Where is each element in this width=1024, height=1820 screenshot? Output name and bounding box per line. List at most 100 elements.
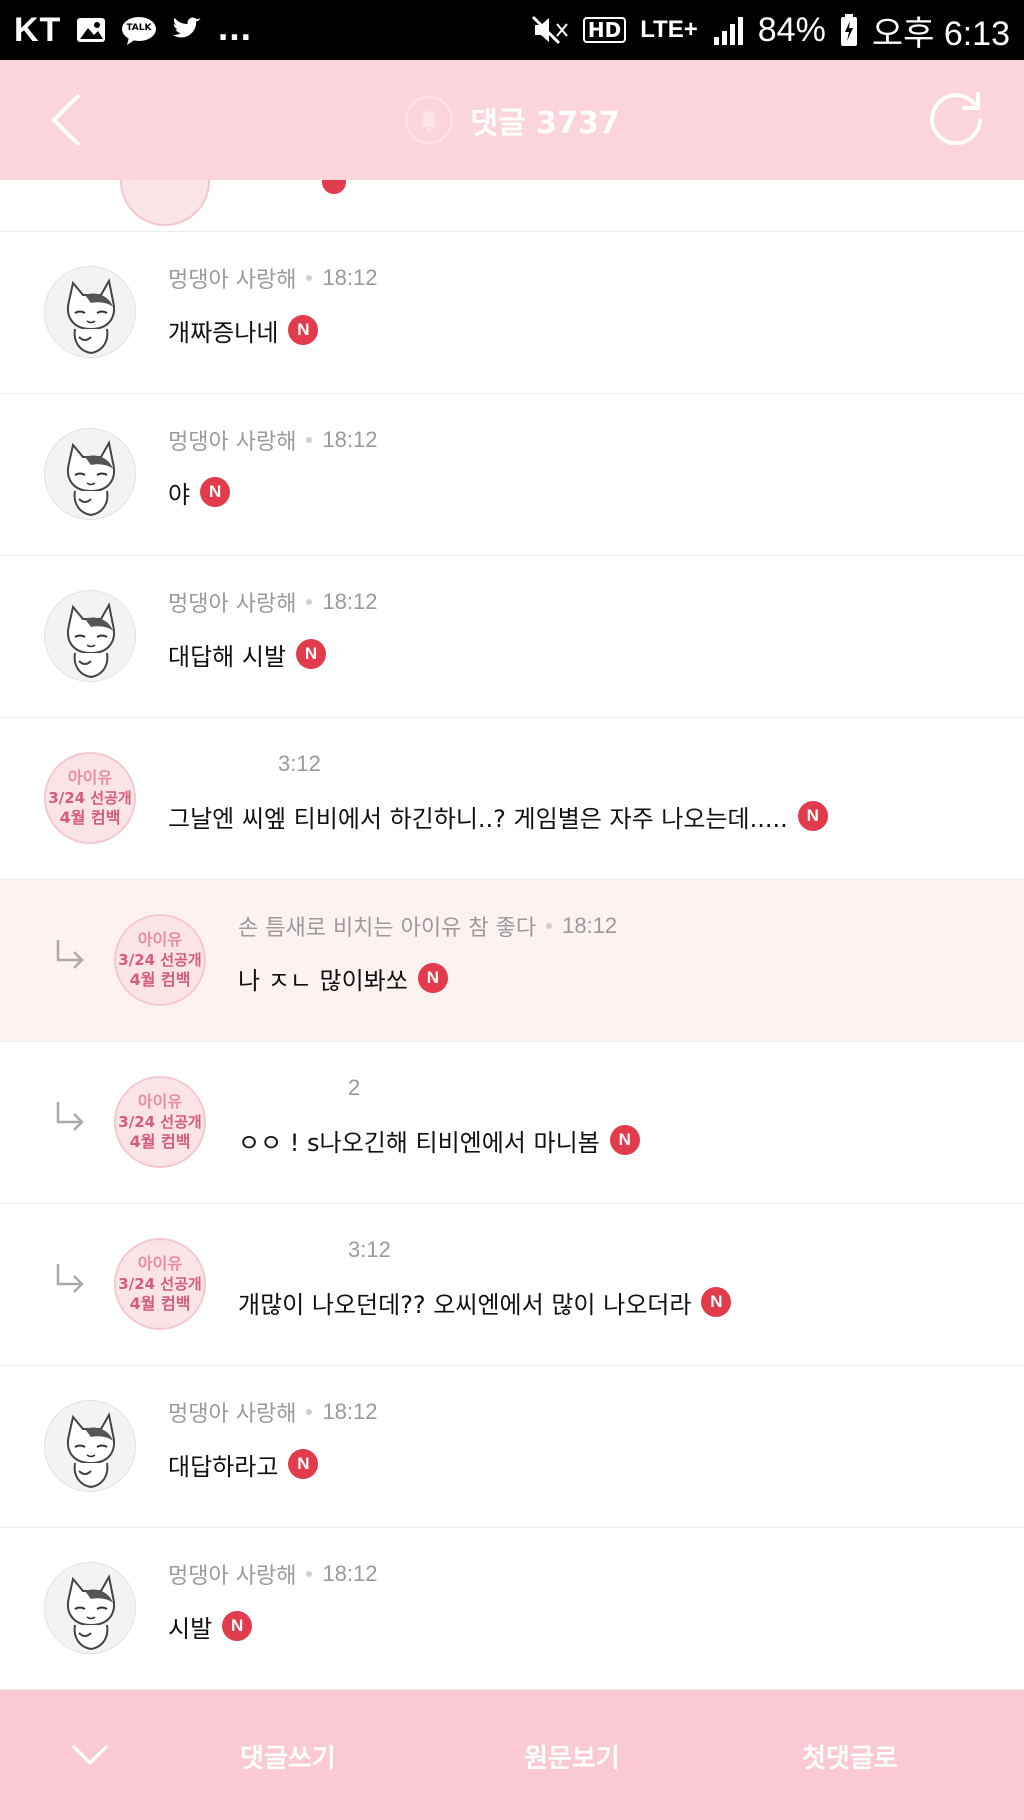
comment-text: 대답하라고 [168,1452,279,1481]
comment-body: 개많이 나오던데?? 오씨엔에서 많이 나오더라 N [238,1282,732,1322]
scroll-down-button[interactable] [46,1690,134,1820]
comment-row[interactable]: 아이유 3/24 선공개 4월 컴백 3:12 그날엔 씨엪 티비에서 하긴하니..? … [0,718,1024,880]
partial-comment-row [0,180,1024,232]
comment-row[interactable]: 멍댕아 사랑해 18:12 개짜증나네 N [0,232,1024,394]
comment-text: 나 ㅈㄴ 많이봐쏘 [238,966,408,995]
comment-count-title: 댓글 3737 [470,106,620,141]
new-badge-icon: N [797,801,828,831]
comment-time: 18:12 [322,427,378,452]
comment-body: 시발 N [168,1606,253,1646]
status-bar: KT TALK ... HD LTE+ 84% 오후 6:13 [0,0,1024,60]
comment-text: 시발 [168,1614,213,1643]
comment-text: 개짜증나네 [168,318,279,347]
reply-arrow-icon [52,1260,88,1296]
view-original-button[interactable]: 원문보기 [524,1738,620,1775]
comment-body: 개짜증나네 N [168,310,319,350]
comment-row[interactable]: 멍댕아 사랑해 18:12 시발 N [0,1528,1024,1690]
carrier-label: KT [14,10,62,49]
avatar [120,180,210,226]
comment-meta: 멍댕아 사랑해 18:12 [168,422,378,458]
comment-author[interactable]: 멍댕아 사랑해 [168,262,296,294]
comment-meta: 멍댕아 사랑해 18:12 [168,260,378,296]
comment-row[interactable]: 아이유 3/24 선공개 4월 컴백 2 ㅇㅇ ! s나오긴해 티비엔에서 마니봄 N [0,1042,1024,1204]
separator-dot [306,437,313,443]
avatar[interactable] [44,428,136,520]
signal-icon [713,17,743,45]
comment-meta: 3:12 [168,746,321,782]
new-badge-icon: N [222,1611,253,1641]
comment-time: 3:12 [348,1237,391,1262]
comment-meta: 멍댕아 사랑해 18:12 [168,1394,378,1430]
comment-time: 3:12 [278,751,321,776]
comment-row[interactable]: 아이유 3/24 선공개 4월 컴백 3:12 개많이 나오던데?? 오씨엔에서 많이 … [0,1204,1024,1366]
avatar[interactable]: 아이유 3/24 선공개 4월 컴백 [114,1076,206,1168]
new-badge-icon: N [200,477,231,507]
comment-body: ㅇㅇ ! s나오긴해 티비엔에서 마니봄 N [238,1120,640,1160]
avatar[interactable] [44,1400,136,1492]
kakaotalk-icon: TALK [121,15,157,45]
back-icon[interactable] [40,90,100,150]
write-comment-button[interactable]: 댓글쓰기 [240,1738,336,1775]
comment-author[interactable]: 멍댕아 사랑해 [168,1396,296,1428]
comment-time: 18:12 [322,589,378,614]
avatar[interactable]: 아이유 3/24 선공개 4월 컴백 [44,752,136,844]
reply-arrow-icon [52,1098,88,1134]
comment-meta: 멍댕아 사랑해 18:12 [168,584,378,620]
comment-row[interactable]: 멍댕아 사랑해 18:12 대답하라고 N [0,1366,1024,1528]
comment-text: 그날엔 씨엪 티비에서 하긴하니..? 게임별은 자주 나오는데..... [168,804,788,833]
network-label: LTE+ [640,16,698,43]
separator-dot [546,923,553,929]
comment-body: 야N [168,472,231,512]
first-comment-button[interactable]: 첫댓글로 [802,1738,898,1775]
separator-dot [306,1409,313,1415]
comment-body: 나 ㅈㄴ 많이봐쏘 N [238,958,448,998]
comment-meta: 멍댕아 사랑해 18:12 [168,1556,378,1592]
separator-dot [306,1571,313,1577]
new-badge-icon: N [288,315,319,345]
new-badge-icon: N [609,1125,640,1155]
comment-time: 18:12 [322,1561,378,1586]
avatar[interactable] [44,1562,136,1654]
bell-icon[interactable] [404,95,454,145]
separator-dot [306,599,313,605]
avatar[interactable] [44,266,136,358]
comment-row[interactable]: 아이유 3/24 선공개 4월 컴백 손 틈새로 비치는 아이유 참 좋다 18:12 나… [0,880,1024,1042]
comment-text: 개많이 나오던데?? 오씨엔에서 많이 나오더라 [238,1290,692,1319]
comment-author[interactable]: 멍댕아 사랑해 [168,424,296,456]
avatar[interactable]: 아이유 3/24 선공개 4월 컴백 [114,1238,206,1330]
hd-voice-badge: HD [582,17,627,43]
mute-icon [531,15,568,45]
app-header: 댓글 3737 [0,60,1024,180]
new-badge-icon: N [296,639,327,669]
comment-row[interactable]: 멍댕아 사랑해 18:12 야 N [0,394,1024,556]
comment-text: ㅇㅇ ! s나오긴해 티비엔에서 마니봄 [238,1128,600,1157]
comment-author[interactable]: 손 틈새로 비치는 아이유 참 좋다 [238,910,536,942]
twitter-icon [173,17,202,38]
comment-list[interactable]: 멍댕아 사랑해 18:12 개짜증나네 N 멍댕아 사랑해 18:12 야 N 멍댕아 사랑해 1… [0,180,1024,1690]
clock: 오후 6:13 [871,14,1010,53]
chevron-down-icon [72,1745,108,1765]
bottom-action-bar: 댓글쓰기 원문보기 첫댓글로 [0,1690,1024,1820]
reply-arrow-icon [52,936,88,972]
comment-body: 대답하라고 N [168,1444,319,1484]
comment-time: 18:12 [322,265,378,290]
more-notifications: ... [217,12,252,48]
comment-text: 대답해 시발 [168,642,287,671]
comment-author[interactable]: 멍댕아 사랑해 [168,1558,296,1590]
separator-dot [306,275,313,281]
comment-body: 대답해 시발 N [168,634,327,674]
new-badge-icon: N [701,1287,732,1317]
new-badge-icon: N [417,963,448,993]
comment-meta: 손 틈새로 비치는 아이유 참 좋다 18:12 [238,908,617,944]
avatar[interactable] [44,590,136,682]
comment-time: 18:12 [322,1399,378,1424]
battery-percent: 84% [757,10,826,49]
comment-row[interactable]: 멍댕아 사랑해 18:12 대답해 시발 N [0,556,1024,718]
avatar[interactable]: 아이유 3/24 선공개 4월 컴백 [114,914,206,1006]
refresh-icon[interactable] [924,88,988,152]
comment-body: 그날엔 씨엪 티비에서 하긴하니..? 게임별은 자주 나오는데..... N [168,796,828,836]
comment-time: 2 [348,1075,361,1100]
comment-meta: 3:12 [238,1232,391,1268]
comment-author[interactable]: 멍댕아 사랑해 [168,586,296,618]
battery-charging-icon [840,14,857,46]
